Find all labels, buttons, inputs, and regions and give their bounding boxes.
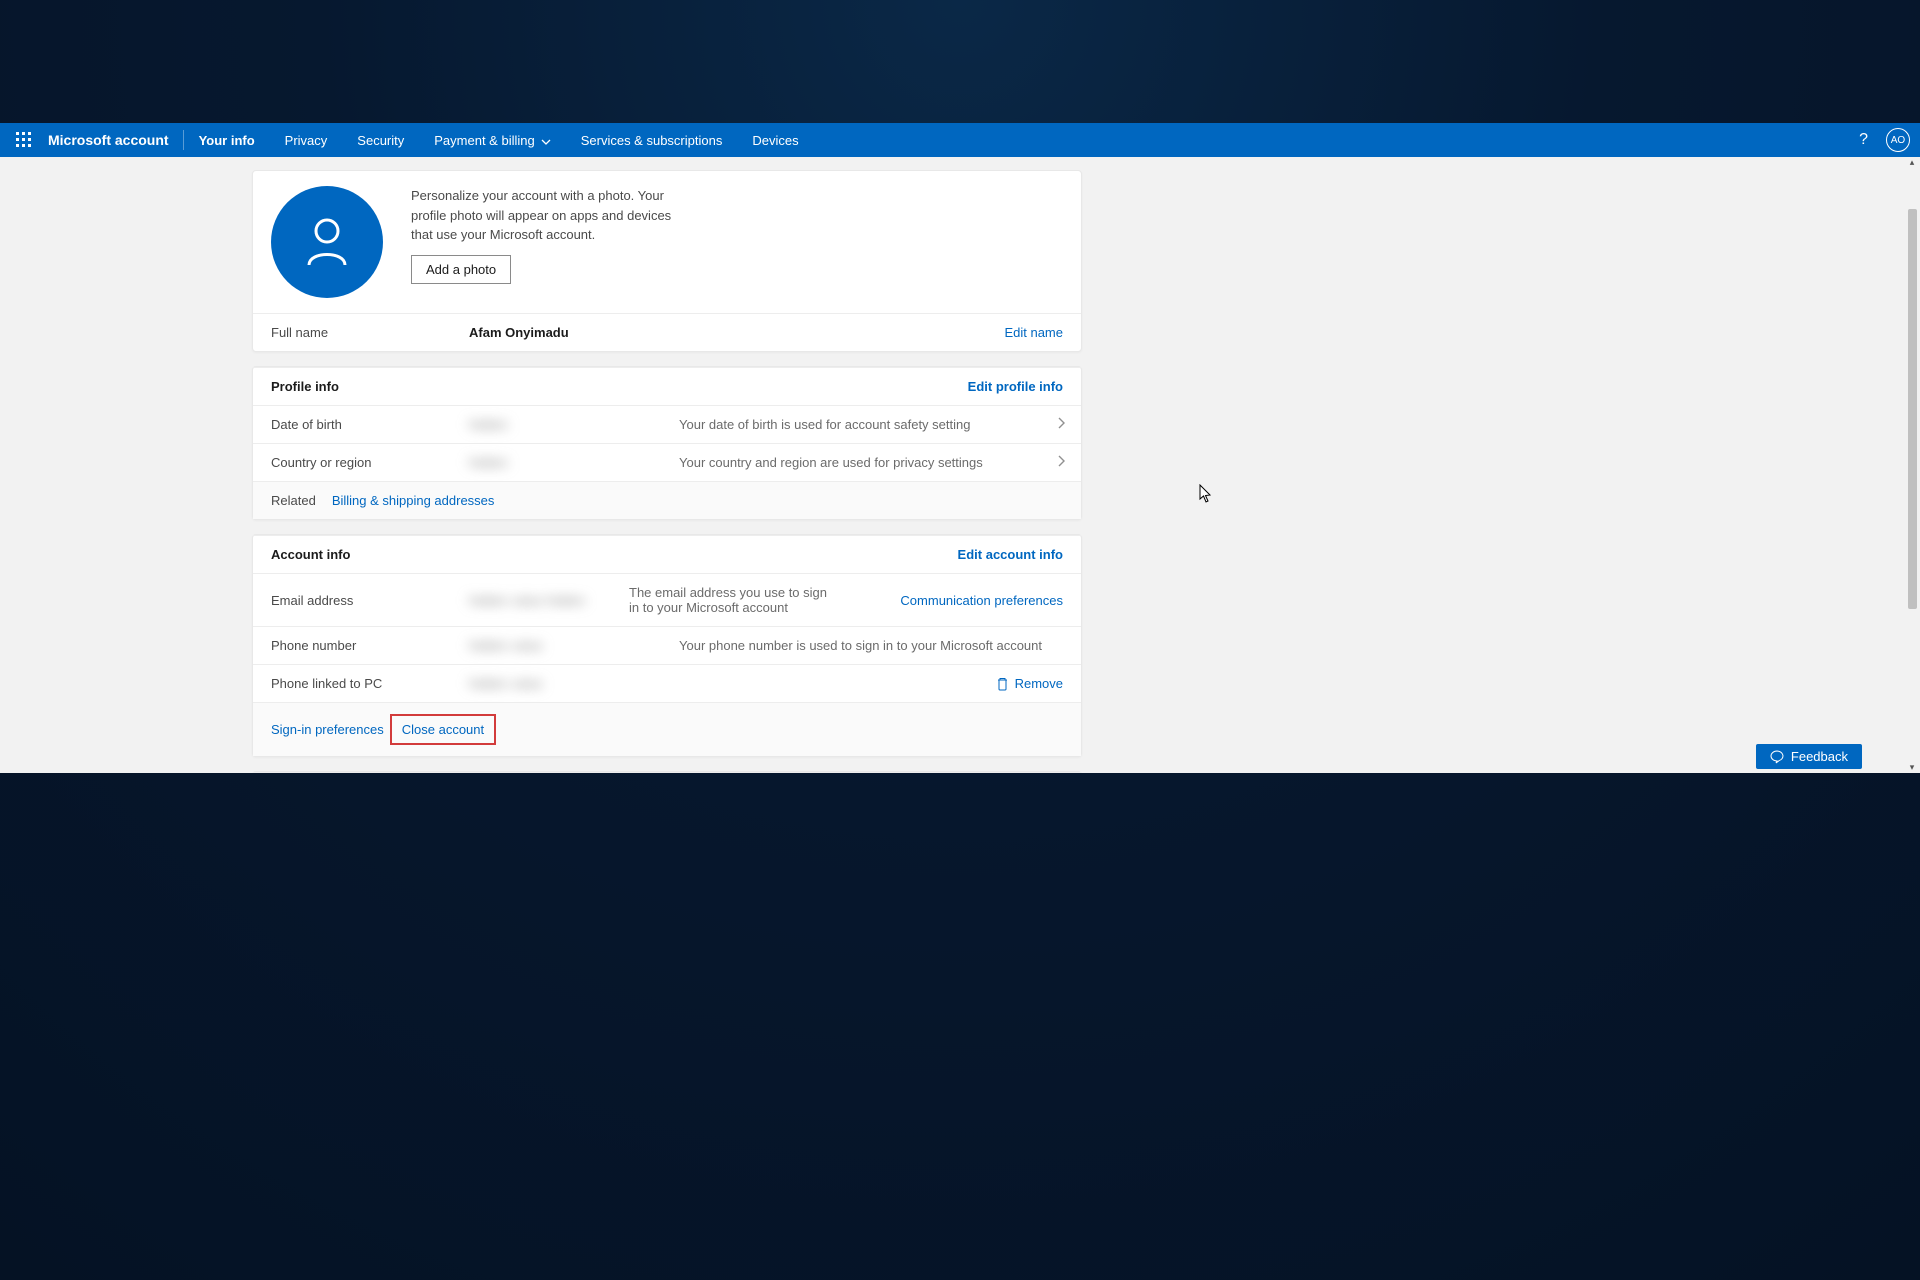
user-avatar[interactable]: AO: [1886, 128, 1910, 152]
signin-preferences-link[interactable]: Sign-in preferences: [271, 722, 384, 737]
nav-payment-label: Payment & billing: [434, 133, 534, 148]
region-value: hidden: [469, 455, 679, 470]
trash-icon: [996, 677, 1009, 691]
phone-linked-value: hidden value: [469, 676, 679, 691]
dob-value: hidden: [469, 417, 679, 432]
edit-account-info-link[interactable]: Edit account info: [958, 547, 1063, 562]
nav-payment-billing[interactable]: Payment & billing: [419, 123, 565, 157]
account-info-title: Account info: [271, 547, 469, 562]
scrollbar: ▴ ▾: [1906, 157, 1918, 773]
nav-security[interactable]: Security: [342, 123, 419, 157]
phone-row: Phone number hidden value Your phone num…: [253, 626, 1081, 664]
chevron-right-icon: [1058, 455, 1065, 470]
remove-label: Remove: [1015, 676, 1063, 691]
region-note: Your country and region are used for pri…: [679, 455, 1063, 470]
region-label: Country or region: [271, 455, 469, 470]
brand-title[interactable]: Microsoft account: [48, 130, 184, 150]
edit-name-link[interactable]: Edit name: [1004, 325, 1063, 340]
add-photo-button[interactable]: Add a photo: [411, 255, 511, 284]
dob-note: Your date of birth is used for account s…: [679, 417, 1063, 432]
email-row: Email address hidden value hidden The em…: [253, 573, 1081, 626]
app-launcher-icon[interactable]: [0, 123, 48, 157]
email-label: Email address: [271, 593, 469, 608]
communication-preferences-link[interactable]: Communication preferences: [900, 593, 1063, 608]
top-nav: Your info Privacy Security Payment & bil…: [184, 123, 814, 157]
phone-linked-label: Phone linked to PC: [271, 676, 469, 691]
dob-label: Date of birth: [271, 417, 469, 432]
fullname-value: Afam Onyimadu: [469, 325, 679, 340]
related-label: Related: [271, 493, 316, 508]
chat-icon: [1770, 750, 1784, 764]
language-info-card: Language info Display language English (…: [252, 771, 1082, 773]
close-account-link[interactable]: Close account: [402, 722, 484, 737]
nav-services[interactable]: Services & subscriptions: [566, 123, 738, 157]
profile-info-title: Profile info: [271, 379, 469, 394]
mouse-cursor: [1199, 484, 1213, 509]
region-row[interactable]: Country or region hidden Your country an…: [253, 443, 1081, 481]
account-footer-row: Sign-in preferences Close account: [253, 702, 1081, 756]
profile-related-row: Related Billing & shipping addresses: [253, 481, 1081, 519]
remove-phone-link[interactable]: Remove: [996, 676, 1063, 691]
photo-description: Personalize your account with a photo. Y…: [411, 186, 681, 245]
scrollbar-down-icon[interactable]: ▾: [1906, 761, 1918, 773]
scrollbar-thumb[interactable]: [1908, 209, 1917, 609]
header-bar: Microsoft account Your info Privacy Secu…: [0, 123, 1920, 157]
phone-linked-row: Phone linked to PC hidden value Remove: [253, 664, 1081, 702]
chevron-down-icon: [541, 133, 551, 148]
photo-card: Personalize your account with a photo. Y…: [252, 170, 1082, 352]
close-account-highlight: Close account: [390, 714, 496, 745]
nav-privacy[interactable]: Privacy: [270, 123, 343, 157]
profile-info-card: Profile info Edit profile info Date of b…: [252, 366, 1082, 520]
feedback-button[interactable]: Feedback: [1756, 744, 1862, 769]
nav-your-info[interactable]: Your info: [184, 123, 270, 157]
phone-note: Your phone number is used to sign in to …: [679, 638, 1063, 653]
profile-photo-placeholder: [271, 186, 383, 298]
edit-profile-info-link[interactable]: Edit profile info: [968, 379, 1063, 394]
phone-label: Phone number: [271, 638, 469, 653]
page-content: ▴ ▾ Personalize your account with a phot…: [0, 157, 1920, 773]
fullname-label: Full name: [271, 325, 469, 340]
help-icon[interactable]: ?: [1859, 131, 1868, 149]
desktop-background-top: [0, 0, 1920, 123]
nav-devices[interactable]: Devices: [737, 123, 813, 157]
dob-row[interactable]: Date of birth hidden Your date of birth …: [253, 405, 1081, 443]
scrollbar-up-icon[interactable]: ▴: [1906, 157, 1918, 169]
desktop-background-bottom: [0, 773, 1920, 1280]
chevron-right-icon: [1058, 417, 1065, 432]
email-note: The email address you use to sign in to …: [629, 585, 839, 615]
account-info-card: Account info Edit account info Email add…: [252, 534, 1082, 757]
phone-value: hidden value: [469, 638, 679, 653]
feedback-label: Feedback: [1791, 749, 1848, 764]
billing-addresses-link[interactable]: Billing & shipping addresses: [332, 493, 495, 508]
email-value: hidden value hidden: [469, 593, 629, 608]
